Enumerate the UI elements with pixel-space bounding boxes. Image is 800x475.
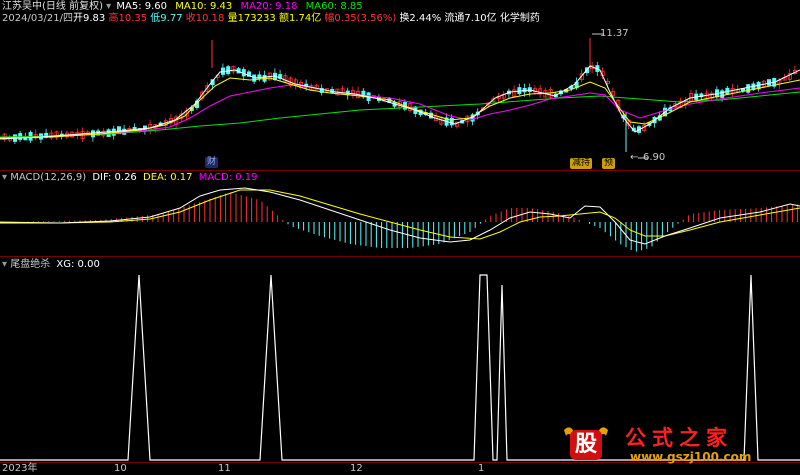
panel-divider-1 bbox=[0, 170, 800, 171]
xg-value: XG: 0.00 bbox=[56, 259, 100, 270]
candlesticks bbox=[2, 38, 798, 152]
axis-label-jan: 1 bbox=[478, 463, 485, 474]
macd-title[interactable]: MACD(12,26,9) bbox=[10, 172, 86, 183]
axis-label-dec: 12 bbox=[350, 463, 363, 474]
macd-header: ▾ MACD(12,26,9) DIF: 0.26 DEA: 0.17 MACD… bbox=[2, 172, 257, 184]
watermark-logo-char: 股 bbox=[574, 432, 597, 457]
watermark-brand: 公式之家 bbox=[625, 426, 733, 450]
candle-body bbox=[767, 79, 772, 86]
low-price-marker-arrow-icon: ← bbox=[630, 152, 639, 163]
candle-body bbox=[226, 66, 231, 75]
panel-divider-2 bbox=[0, 256, 800, 257]
axis-label-oct: 10 bbox=[114, 463, 127, 474]
axis-label-nov: 11 bbox=[218, 463, 231, 474]
signal-title[interactable]: 尾盘绝杀 bbox=[10, 259, 50, 270]
dif-line bbox=[0, 187, 800, 245]
candle-body bbox=[257, 74, 262, 80]
macd-value: MACD: 0.19 bbox=[198, 172, 258, 183]
forecast-badge[interactable]: 预 bbox=[602, 158, 616, 169]
low-price-marker: 6.90 bbox=[643, 152, 666, 163]
candle-body bbox=[746, 84, 751, 93]
earnings-badge[interactable]: 财 bbox=[205, 157, 219, 168]
signal-settings-icon[interactable]: ▾ bbox=[2, 259, 7, 270]
watermark-logo: 股 bbox=[560, 424, 612, 464]
watermark-url: www.gszj100.com bbox=[630, 450, 752, 464]
macd-histogram bbox=[27, 192, 799, 252]
reduction-badge[interactable]: 减持 bbox=[570, 158, 593, 169]
dif-value: DIF: 0.26 bbox=[92, 172, 137, 183]
high-price-marker: 11.37 bbox=[600, 28, 629, 39]
signal-header: ▾ 尾盘绝杀 XG: 0.00 bbox=[2, 259, 100, 271]
kline-chart[interactable] bbox=[0, 0, 800, 474]
candle-body bbox=[720, 90, 725, 98]
macd-settings-icon[interactable]: ▾ bbox=[2, 172, 7, 183]
dea-value: DEA: 0.17 bbox=[143, 172, 193, 183]
axis-label-year: 2023年 bbox=[2, 463, 38, 474]
